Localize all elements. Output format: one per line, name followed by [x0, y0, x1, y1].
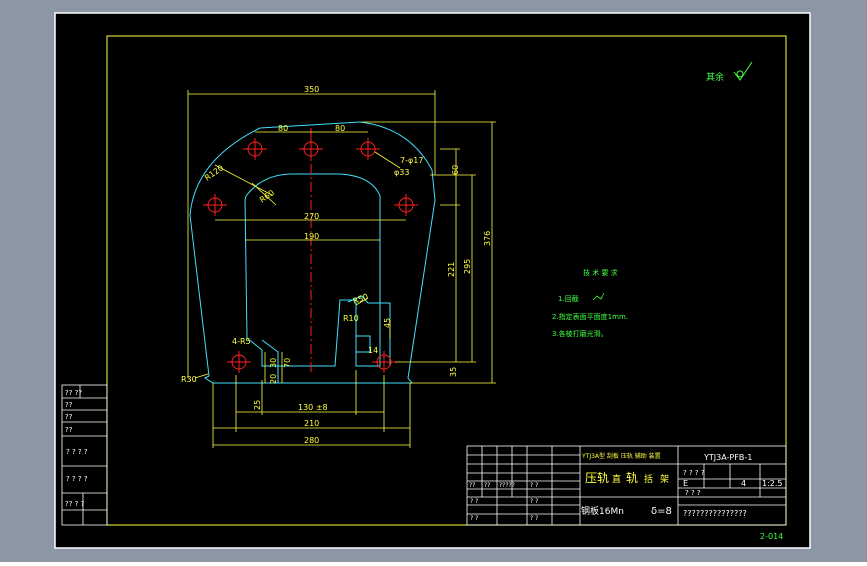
dim-80-left: 80 [278, 124, 288, 133]
dim-45: 45 [383, 318, 392, 328]
dim-350: 350 [304, 85, 319, 94]
grid-label-3: ????? [499, 482, 515, 489]
part-name-part-3: 轨 [626, 471, 638, 485]
left-strip-label-3: ?? [65, 413, 73, 421]
dim-35: 35 [449, 367, 458, 377]
quantity-value: 4 [741, 479, 746, 488]
thickness-spec: δ=8 [651, 506, 672, 517]
drawing-number: YTJ3A-PFB-1 [703, 453, 752, 462]
tech-req-item-2: 2.指定表面平面度1mm. [552, 312, 628, 321]
dim-hole-count: 7-φ17 [400, 156, 423, 165]
sheet-outer-border [54, 12, 811, 549]
grid-label-5: ? ? [470, 498, 478, 505]
left-strip-label-6: ? ? ? ? [66, 475, 88, 483]
surface-finish-label: 其余 [706, 71, 724, 83]
dim-14: 14 [368, 346, 378, 355]
part-name-part-4: 括 [644, 473, 653, 485]
company-name: ??????????????? [683, 509, 747, 518]
dim-20: 20 [269, 374, 278, 384]
dim-280: 280 [304, 436, 319, 445]
part-name-part-1: 压轨 [585, 471, 609, 485]
grid-label-1: ?? [469, 482, 475, 489]
dim-80-right: 80 [335, 124, 345, 133]
sheet-code: 2-014 [760, 532, 783, 541]
dim-60: 60 [451, 165, 460, 175]
grid-label-4: ? ? [530, 482, 538, 489]
tech-req-item-3: 3.各棱打磨光滑。 [552, 329, 608, 338]
tech-req-heading: 技 术 要 求 [583, 268, 618, 277]
grid-label-7: ? ? [470, 515, 478, 522]
dim-221: 221 [447, 262, 456, 277]
left-strip-label-5: ? ? ? ? [66, 448, 88, 456]
dim-4-r5: 4-R5 [232, 337, 251, 346]
dim-70: 70 [283, 358, 292, 368]
grid-label-2: ?? [484, 482, 490, 489]
dim-295: 295 [463, 259, 472, 274]
grid-label-6: ? ? [530, 498, 538, 505]
dim-hole-dia: φ33 [394, 168, 409, 177]
dim-30: 30 [269, 358, 278, 368]
dim-210: 210 [304, 419, 319, 428]
dim-270: 270 [304, 212, 319, 221]
sheet-marks: ? ? ? [685, 489, 701, 497]
dim-r30: R30 [181, 375, 197, 384]
tech-req-item-1: 1.回截 [558, 294, 579, 303]
scale-value: 1:2.5 [762, 479, 783, 488]
left-strip-label-7: ?? ? ? [65, 500, 85, 508]
project-title: YTJ3A型 刮板 压轨 辅助 装置 [581, 452, 661, 460]
dim-25: 25 [253, 400, 262, 410]
part-name-part-2: 直 [612, 473, 621, 485]
left-strip-label-1: ?? ?? [65, 389, 82, 397]
dim-376: 376 [483, 231, 492, 246]
stage-marks: ? ? ? ? [683, 469, 705, 477]
dim-r10: R10 [343, 314, 359, 323]
drawing-canvas: 350 80 80 7-φ17 φ33 60 R120 R60 270 190 … [0, 0, 867, 562]
dim-130: 130 ±8 [298, 403, 328, 412]
part-name-part-5: 架 [660, 474, 669, 485]
left-strip-label-4: ?? [65, 426, 73, 434]
left-strip-label-2: ?? [65, 401, 73, 409]
dim-190: 190 [304, 232, 319, 241]
stage-letter: E [683, 479, 688, 488]
material-spec: 钢板16Mn [581, 505, 624, 517]
cad-viewport[interactable]: 350 80 80 7-φ17 φ33 60 R120 R60 270 190 … [0, 0, 867, 562]
grid-label-8: ? ? [530, 515, 538, 522]
